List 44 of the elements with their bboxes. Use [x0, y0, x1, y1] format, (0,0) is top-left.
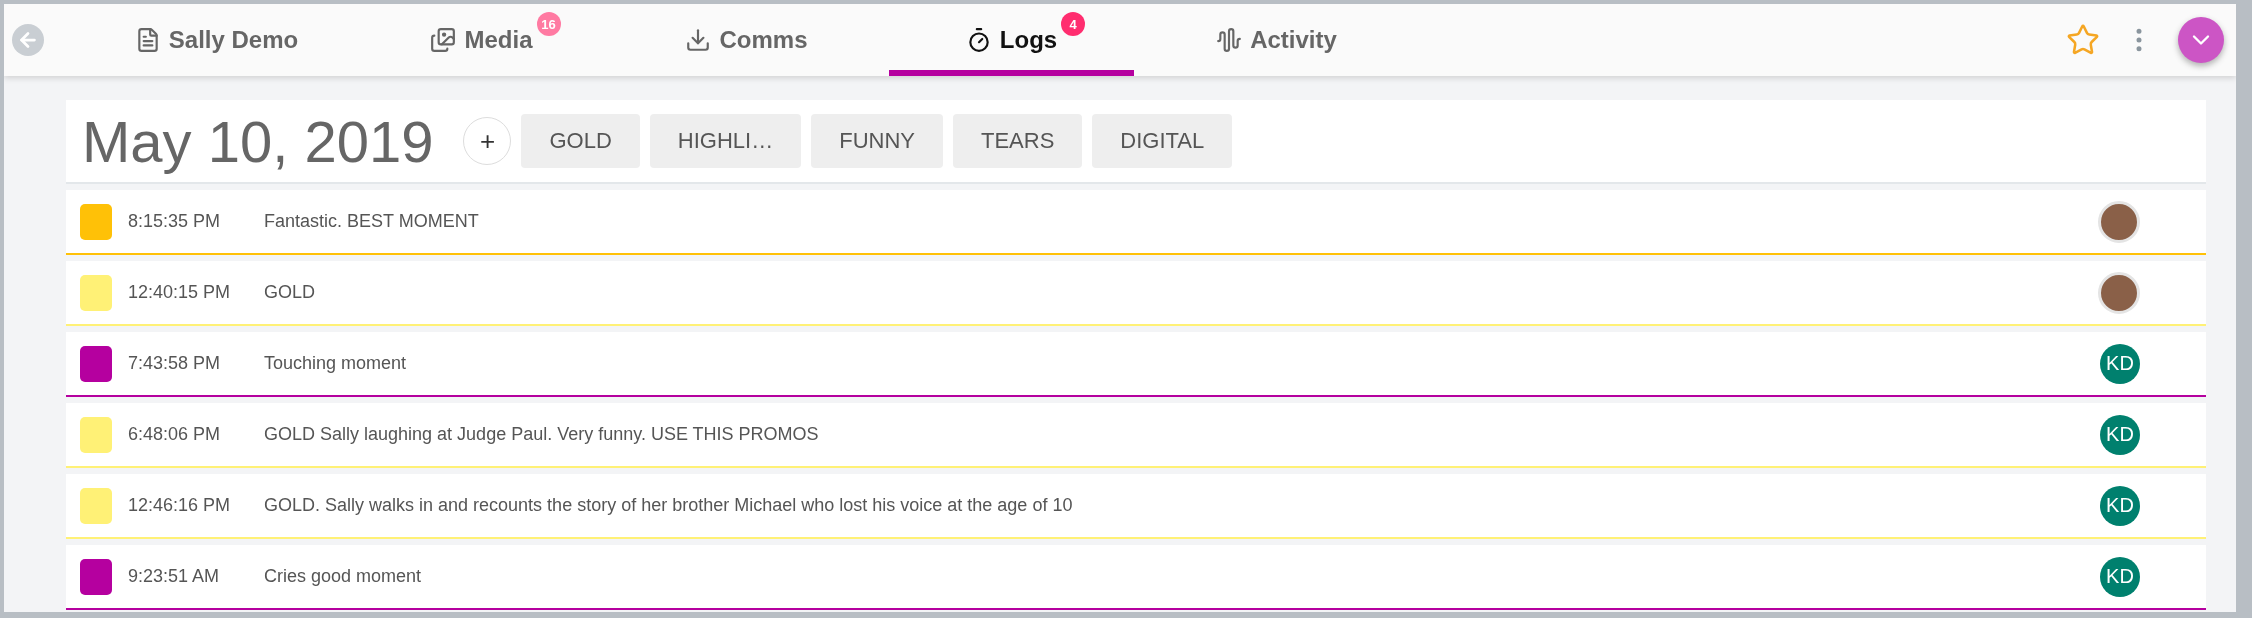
log-text: Fantastic. BEST MOMENT [264, 211, 480, 232]
log-time: 12:46:16 PM [128, 495, 232, 516]
tab[interactable]: Logs 4 [889, 4, 1134, 76]
add-button[interactable]: + [463, 117, 512, 165]
avatar-photo-placeholder [2098, 200, 2140, 243]
count-badge: 16 [536, 12, 561, 36]
tab[interactable]: Media 16 [359, 4, 604, 76]
log-time: 6:48:06 PM [128, 424, 222, 445]
log-text: GOLD Sally laughing at Judge Paul. Very funny. USE THIS PROMOS [264, 424, 820, 445]
tag-button[interactable]: FUNNY [811, 114, 943, 168]
tag-button[interactable]: HIGHLI… [649, 114, 802, 168]
log-row[interactable]: 9:23:51 AM Cries good moment KD [66, 545, 2206, 610]
waveform-icon [1216, 27, 1243, 53]
log-row[interactable]: 6:48:06 PM GOLD Sally laughing at Judge Paul. Very funny. USE THIS PROMOS KD [66, 403, 2206, 468]
log-text: GOLD. Sally walks in and recounts the story of her brother Michael who lost his voice at the age of 10 [264, 495, 1074, 516]
log-row[interactable]: 7:43:58 PM Touching moment KD [66, 332, 2206, 397]
tab[interactable]: Activity [1154, 4, 1399, 76]
tab[interactable]: Sally Demo [94, 4, 339, 76]
images-icon [430, 27, 457, 53]
log-text: Cries good moment [264, 566, 423, 587]
count-badge: 4 [1061, 12, 1086, 36]
dropdown-button[interactable] [2178, 17, 2224, 63]
avatar-photo-placeholder [2098, 271, 2140, 314]
download-icon [685, 27, 712, 53]
star-icon[interactable] [2066, 23, 2100, 57]
log-time: 12:40:15 PM [128, 282, 232, 303]
tag-button[interactable]: GOLD [521, 114, 640, 168]
date-title: May 10, 2019 [82, 107, 434, 175]
avatar: KD [2100, 556, 2140, 597]
tag-button[interactable]: DIGITAL [1092, 114, 1233, 168]
avatar: KD [2100, 414, 2140, 455]
log-time: 9:23:51 AM [128, 566, 221, 587]
log-row[interactable]: 12:40:15 PM GOLD [66, 261, 2206, 326]
tab[interactable]: Comms [624, 4, 869, 76]
tag-button[interactable]: TEARS [952, 114, 1083, 168]
log-text: GOLD [264, 282, 316, 303]
log-row[interactable]: 8:15:35 PM Fantastic. BEST MOMENT [66, 190, 2206, 255]
log-time: 7:43:58 PM [128, 353, 222, 374]
avatar: KD [2100, 485, 2140, 526]
avatar: KD [2100, 343, 2140, 384]
back-button[interactable] [12, 24, 44, 56]
log-row[interactable]: 12:46:16 PM GOLD. Sally walks in and recounts the story of her brother Michael who lost his voice at the age of 10 KD [66, 474, 2206, 539]
log-time: 8:15:35 PM [128, 211, 222, 232]
log-text: Touching moment [264, 353, 408, 374]
